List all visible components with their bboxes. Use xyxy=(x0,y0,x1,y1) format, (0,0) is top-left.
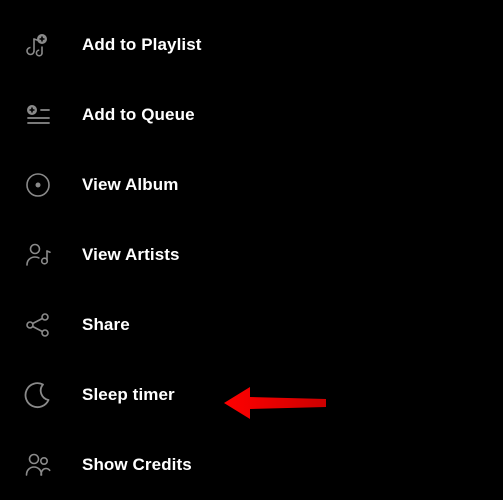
artist-icon xyxy=(20,237,56,273)
share-icon xyxy=(20,307,56,343)
menu-item-show-credits[interactable]: Show Credits xyxy=(20,430,503,500)
menu-item-share[interactable]: Share xyxy=(20,290,503,360)
menu-label: Sleep timer xyxy=(82,385,175,405)
moon-icon xyxy=(20,377,56,413)
credits-icon xyxy=(20,447,56,483)
add-to-playlist-icon xyxy=(20,27,56,63)
menu-item-add-to-queue[interactable]: Add to Queue xyxy=(20,80,503,150)
menu-label: View Album xyxy=(82,175,178,195)
menu-label: Add to Playlist xyxy=(82,35,202,55)
menu-item-view-album[interactable]: View Album xyxy=(20,150,503,220)
menu-label: View Artists xyxy=(82,245,180,265)
add-to-queue-icon xyxy=(20,97,56,133)
menu-label: Add to Queue xyxy=(82,105,195,125)
album-icon xyxy=(20,167,56,203)
menu-item-sleep-timer[interactable]: Sleep timer xyxy=(20,360,503,430)
menu-item-view-artists[interactable]: View Artists xyxy=(20,220,503,290)
menu-label: Share xyxy=(82,315,130,335)
menu-item-add-to-playlist[interactable]: Add to Playlist xyxy=(20,10,503,80)
context-menu: Add to Playlist Add to Queue View Album xyxy=(0,0,503,500)
menu-label: Show Credits xyxy=(82,455,192,475)
